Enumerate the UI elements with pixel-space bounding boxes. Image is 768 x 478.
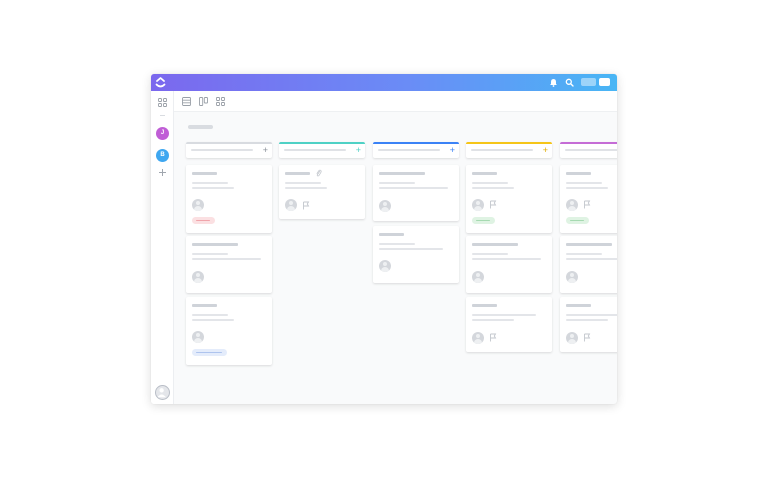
flag-icon[interactable] <box>489 200 497 209</box>
column-header-3[interactable]: + <box>373 142 459 158</box>
workspace-avatar-j[interactable]: J <box>156 127 169 140</box>
task-card[interactable] <box>560 165 617 233</box>
view-toolbar <box>174 91 617 112</box>
add-task-icon[interactable]: + <box>543 145 548 155</box>
status-tag[interactable] <box>566 217 589 224</box>
board-view-icon[interactable] <box>199 97 208 106</box>
add-space-icon[interactable] <box>157 167 168 178</box>
assignee-icon[interactable] <box>192 271 204 283</box>
task-card[interactable] <box>373 165 459 221</box>
task-card[interactable] <box>560 236 617 293</box>
app-window: J B + + + + <box>151 74 617 404</box>
assignee-icon[interactable] <box>192 199 204 211</box>
task-card[interactable] <box>186 297 272 365</box>
assignee-icon[interactable] <box>285 199 297 211</box>
flag-icon[interactable] <box>489 333 497 342</box>
task-card[interactable] <box>186 236 272 293</box>
top-bar <box>151 74 617 91</box>
status-tag[interactable] <box>472 217 495 224</box>
assignee-icon[interactable] <box>472 199 484 211</box>
task-card[interactable] <box>560 297 617 352</box>
column-header-1[interactable]: + <box>186 142 272 158</box>
task-card[interactable] <box>466 297 552 352</box>
task-card[interactable] <box>279 165 365 219</box>
column-header-4[interactable]: + <box>466 142 552 158</box>
assignee-icon[interactable] <box>472 271 484 283</box>
add-task-icon[interactable]: + <box>356 145 361 155</box>
apps-grid-icon[interactable] <box>158 98 167 107</box>
user-avatar-icon[interactable] <box>155 385 170 400</box>
status-tag[interactable] <box>192 217 215 224</box>
workspace-avatar-b[interactable]: B <box>156 149 169 162</box>
assignee-icon[interactable] <box>566 271 578 283</box>
task-card[interactable] <box>466 165 552 233</box>
search-icon[interactable] <box>565 78 574 87</box>
flag-icon[interactable] <box>302 201 310 210</box>
list-view-icon[interactable] <box>182 97 191 106</box>
column-header-2[interactable]: + <box>279 142 365 158</box>
paperclip-icon[interactable] <box>315 169 322 177</box>
status-tag[interactable] <box>192 349 227 356</box>
flag-icon[interactable] <box>583 333 591 342</box>
sidebar: J B <box>151 91 174 404</box>
task-card[interactable] <box>373 226 459 283</box>
box-view-icon[interactable] <box>216 97 225 106</box>
topbar-profile-button[interactable] <box>599 78 610 86</box>
task-card[interactable] <box>466 236 552 293</box>
topbar-pill-button[interactable] <box>581 78 596 86</box>
assignee-icon[interactable] <box>566 332 578 344</box>
flag-icon[interactable] <box>583 200 591 209</box>
assignee-icon[interactable] <box>379 200 391 212</box>
add-task-icon[interactable]: + <box>450 145 455 155</box>
bell-icon[interactable] <box>549 78 558 87</box>
assignee-icon[interactable] <box>379 260 391 272</box>
column-header-5[interactable]: + <box>560 142 617 158</box>
breadcrumb[interactable] <box>188 125 213 129</box>
task-card[interactable] <box>186 165 272 233</box>
app-logo[interactable] <box>155 76 166 89</box>
assignee-icon[interactable] <box>566 199 578 211</box>
assignee-icon[interactable] <box>472 332 484 344</box>
add-task-icon[interactable]: + <box>263 145 268 155</box>
sidebar-divider <box>160 115 165 116</box>
assignee-icon[interactable] <box>192 331 204 343</box>
